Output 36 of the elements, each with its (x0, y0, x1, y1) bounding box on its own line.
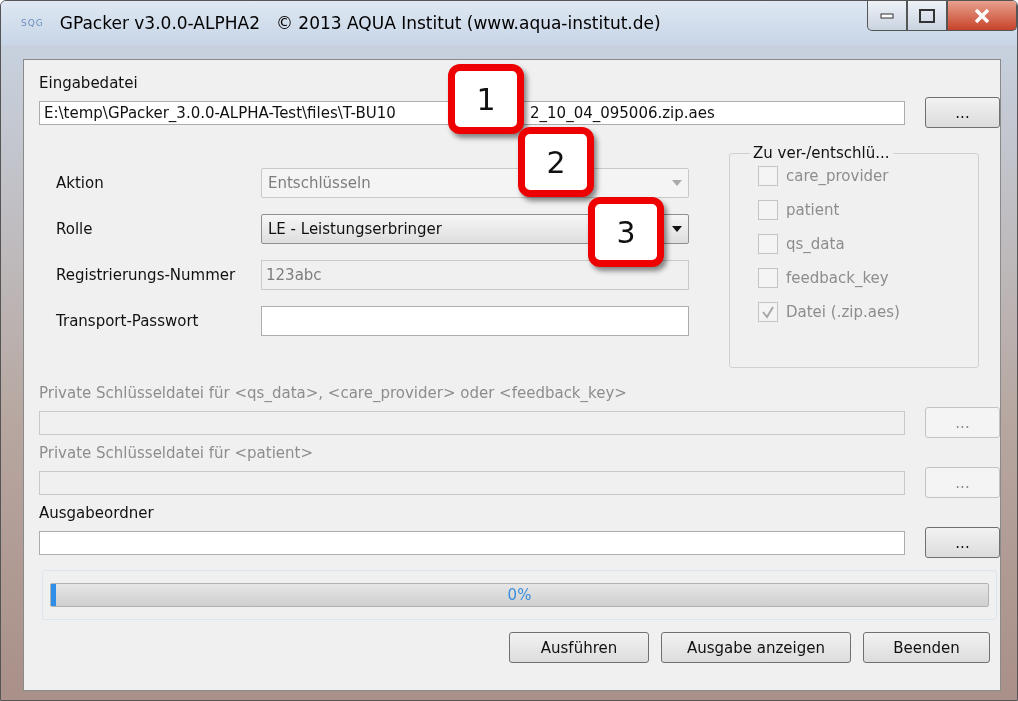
step-callout-tooltip: 1 (448, 64, 524, 134)
step-callout-tooltip: 2 (518, 127, 594, 197)
caret-icon (672, 180, 682, 186)
group-title: Zu ver-/entschlü... (752, 144, 891, 162)
checkbox-label: care_provider (786, 167, 889, 185)
checkbox-label: Datei (.zip.aes) (786, 303, 900, 321)
minimize-button[interactable] (867, 1, 907, 31)
field-label: Aktion (56, 174, 105, 192)
field-label: Rolle (56, 220, 94, 238)
input-field[interactable] (39, 530, 905, 555)
input-field[interactable] (261, 306, 689, 336)
field-label: Private Schlüsseldatei für <qs_data>, <care_provider> oder <feedback_key> (39, 384, 628, 402)
action-button[interactable]: Ausgabe anzeigen (661, 632, 851, 663)
window-title: GPacker v3.0.0-ALPHA2 (59, 13, 260, 33)
app-logo: SQG (21, 18, 44, 28)
caret-icon (672, 226, 682, 232)
maximize-icon (919, 8, 935, 23)
action-button[interactable]: Beenden (863, 632, 990, 663)
progress-text: 0% (506, 586, 533, 604)
checkbox-label: feedback_key (786, 269, 889, 287)
field-label: Transport-Passwort (56, 312, 200, 330)
field-label: Private Schlüsseldatei für <patient> (39, 444, 315, 462)
step-callout-tooltip: 3 (588, 197, 664, 267)
field-label: Registrierungs-Nummer (56, 266, 237, 284)
close-button[interactable] (947, 1, 1017, 31)
field-label: Ausgabeordner (39, 504, 155, 522)
browse-button[interactable]: ... (925, 97, 1000, 128)
checkbox-label: patient (786, 201, 840, 219)
browse-button[interactable]: ... (925, 527, 1000, 558)
close-icon (973, 7, 991, 24)
checkbox-label: qs_data (786, 235, 845, 253)
minimize-icon (880, 12, 894, 19)
action-button[interactable]: Ausführen (509, 632, 649, 663)
field-label: Eingabedatei (39, 74, 139, 92)
copyright-text: © 2013 AQUA Institut (www.aqua-institut.de) (275, 13, 661, 33)
maximize-button[interactable] (907, 1, 947, 31)
